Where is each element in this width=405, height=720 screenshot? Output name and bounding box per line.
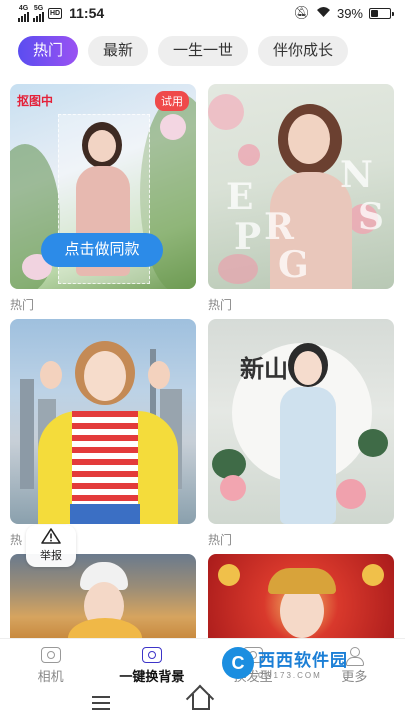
status-left: 4G 5G HD 11:54: [18, 5, 104, 22]
overlay-letter: S: [358, 196, 384, 238]
lotus-flower: [220, 475, 246, 501]
clock: 11:54: [69, 5, 105, 21]
signal-icon: [18, 11, 29, 22]
person-face: [84, 351, 126, 401]
blossom-shape: [218, 254, 258, 284]
watermark-main: 西西软件园: [258, 651, 348, 670]
nav-change-background[interactable]: 一键换背景: [101, 639, 202, 688]
template-thumbnail[interactable]: 抠图中 试用 点击做同款: [10, 84, 196, 289]
signal-icon: [33, 11, 44, 22]
template-card[interactable]: 热: [10, 319, 196, 547]
calligraphy-title: 新山: [240, 354, 288, 383]
report-button[interactable]: 举报: [26, 525, 76, 567]
overlay-letter: N: [340, 154, 373, 196]
nav-camera[interactable]: 相机: [0, 639, 101, 688]
template-card[interactable]: 新山 热门: [208, 319, 394, 547]
tab-lifetime[interactable]: 一生一世: [158, 36, 249, 66]
card-category-label: 热门: [208, 533, 233, 547]
template-thumbnail[interactable]: E N S P R G: [208, 84, 394, 289]
person-shirt: [68, 618, 142, 638]
tab-growing-with-you[interactable]: 伴你成长: [258, 36, 349, 66]
template-card[interactable]: 抠图中 试用 点击做同款 热门: [10, 84, 196, 312]
person-hand: [40, 361, 62, 389]
blossom-shape: [238, 144, 260, 166]
battery-fill: [371, 9, 379, 17]
category-tabs: 热门 最新 一生一世 伴你成长: [18, 36, 349, 66]
wifi-icon: [316, 6, 331, 21]
home-icon[interactable]: [192, 694, 210, 710]
building-shape: [20, 379, 34, 489]
menu-icon[interactable]: [92, 696, 110, 714]
template-thumbnail[interactable]: [10, 319, 196, 524]
nav-label: 相机: [37, 669, 64, 684]
template-card[interactable]: E N S P R G 热门: [208, 84, 394, 312]
lotus-leaf: [358, 429, 388, 457]
status-bar: 4G 5G HD 11:54 🔕︎ 39%: [0, 0, 405, 26]
site-watermark: C 西西软件园 CR173.COM: [222, 646, 348, 680]
hd-badge: HD: [48, 7, 63, 19]
person-qipao: [280, 387, 336, 524]
blossom-shape: [208, 94, 244, 130]
overlay-letter: G: [278, 244, 309, 286]
status-right: 🔕︎ 39%: [293, 5, 394, 21]
network-4g-label: 4G: [18, 4, 29, 12]
person-skirt: [70, 504, 140, 524]
camera-icon: [40, 647, 61, 663]
person-face: [294, 351, 322, 385]
network-5g-label: 5G: [33, 4, 44, 12]
person-face: [288, 114, 330, 164]
lotus-flower: [336, 479, 366, 509]
battery-percent: 39%: [336, 5, 363, 21]
person-shirt: [72, 411, 138, 511]
mute-icon: 🔕︎: [293, 5, 310, 20]
flower-shape: [160, 114, 186, 140]
network-5g: 5G: [33, 5, 44, 22]
warning-icon: [41, 528, 61, 544]
watermark-text: 西西软件园 CR173.COM: [258, 646, 348, 680]
tab-hot[interactable]: 热门: [18, 36, 79, 66]
template-thumbnail[interactable]: 新山: [208, 319, 394, 524]
tab-latest[interactable]: 最新: [88, 36, 149, 66]
network-4g: 4G: [18, 5, 29, 22]
overlay-letter: P: [234, 216, 262, 258]
watermark-logo: C: [222, 647, 254, 679]
card-category-label: 热门: [208, 298, 233, 312]
overlay-letter: E: [226, 176, 254, 218]
nav-label: 一键换背景: [119, 669, 185, 684]
lantern-shape: [218, 564, 240, 586]
overlay-letter: R: [264, 206, 294, 248]
lantern-shape: [362, 564, 384, 586]
trial-badge: 试用: [155, 91, 189, 111]
battery-icon: [369, 7, 394, 19]
person-headdress: [268, 568, 336, 594]
watermark-sub: CR173.COM: [258, 671, 322, 680]
report-label: 举报: [40, 550, 62, 562]
template-card[interactable]: [208, 554, 394, 638]
person-face: [88, 130, 116, 162]
card-category-label: 热门: [10, 298, 35, 312]
person-hand: [148, 361, 170, 389]
matting-status-badge: 抠图中: [17, 94, 54, 108]
system-nav-bar: [0, 688, 405, 720]
camera-icon: [141, 647, 162, 663]
template-thumbnail[interactable]: [208, 554, 394, 638]
make-same-button[interactable]: 点击做同款: [41, 233, 163, 267]
